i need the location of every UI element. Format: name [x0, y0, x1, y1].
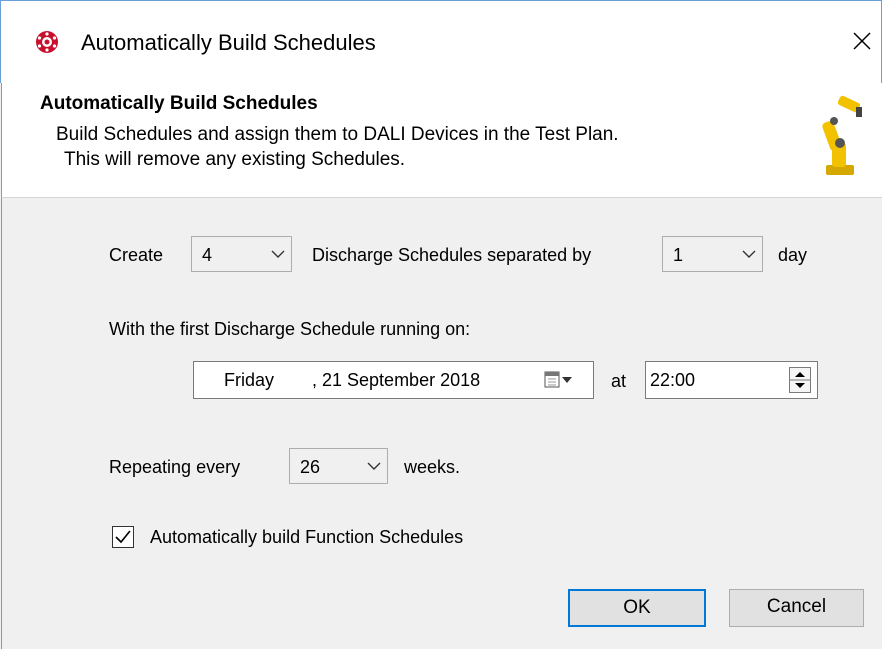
header-description: Build Schedules and assign them to DALI …	[56, 124, 619, 145]
start-time-field[interactable]: 22:00	[645, 361, 818, 399]
first-schedule-label: With the first Discharge Schedule runnin…	[109, 319, 471, 339]
checkmark-icon	[115, 530, 131, 544]
chevron-down-icon	[271, 250, 285, 258]
close-button[interactable]	[845, 21, 879, 61]
schedule-count-value: 4	[202, 245, 213, 265]
close-icon	[853, 32, 871, 50]
header-title: Automatically Build Schedules	[40, 93, 318, 114]
separation-select[interactable]: 1	[662, 236, 763, 272]
window-title: Automatically Build Schedules	[81, 30, 376, 55]
auto-function-checkbox[interactable]	[112, 526, 134, 548]
spinner-arrows-icon	[790, 372, 810, 388]
at-label: at	[611, 371, 627, 391]
title-bar: Automatically Build Schedules	[0, 0, 882, 83]
repeating-label: Repeating every	[109, 457, 241, 477]
header-warning: This will remove any existing Schedules.	[64, 149, 406, 170]
chevron-down-icon	[742, 250, 756, 258]
auto-function-label[interactable]: Automatically build Function Schedules	[150, 526, 463, 548]
ok-button[interactable]: OK	[568, 589, 706, 627]
calendar-dropdown-icon[interactable]	[544, 370, 574, 390]
date-day: Friday	[224, 370, 275, 390]
cancel-button[interactable]: Cancel	[729, 589, 864, 627]
dali-app-icon	[36, 31, 58, 53]
robot-arm-icon	[822, 95, 862, 175]
time-value: 22:00	[650, 370, 696, 390]
schedule-count-select[interactable]: 4	[191, 236, 292, 272]
separation-value: 1	[673, 245, 684, 265]
date-rest: , 21 September 2018	[312, 370, 481, 390]
day-label: day	[778, 245, 808, 265]
chevron-down-icon	[367, 462, 381, 470]
time-spinner[interactable]	[789, 367, 811, 393]
header-panel: Automatically Build Schedules Build Sche…	[1, 83, 882, 198]
separated-label: Discharge Schedules separated by	[312, 245, 592, 265]
start-date-picker[interactable]: Friday , 21 September 2018	[193, 361, 594, 399]
repeat-value: 26	[300, 457, 321, 477]
repeat-interval-select[interactable]: 26	[289, 448, 388, 484]
create-label: Create	[109, 245, 164, 265]
weeks-label: weeks.	[404, 457, 461, 477]
dialog-content: Create 4 Discharge Schedules separated b…	[1, 198, 882, 649]
